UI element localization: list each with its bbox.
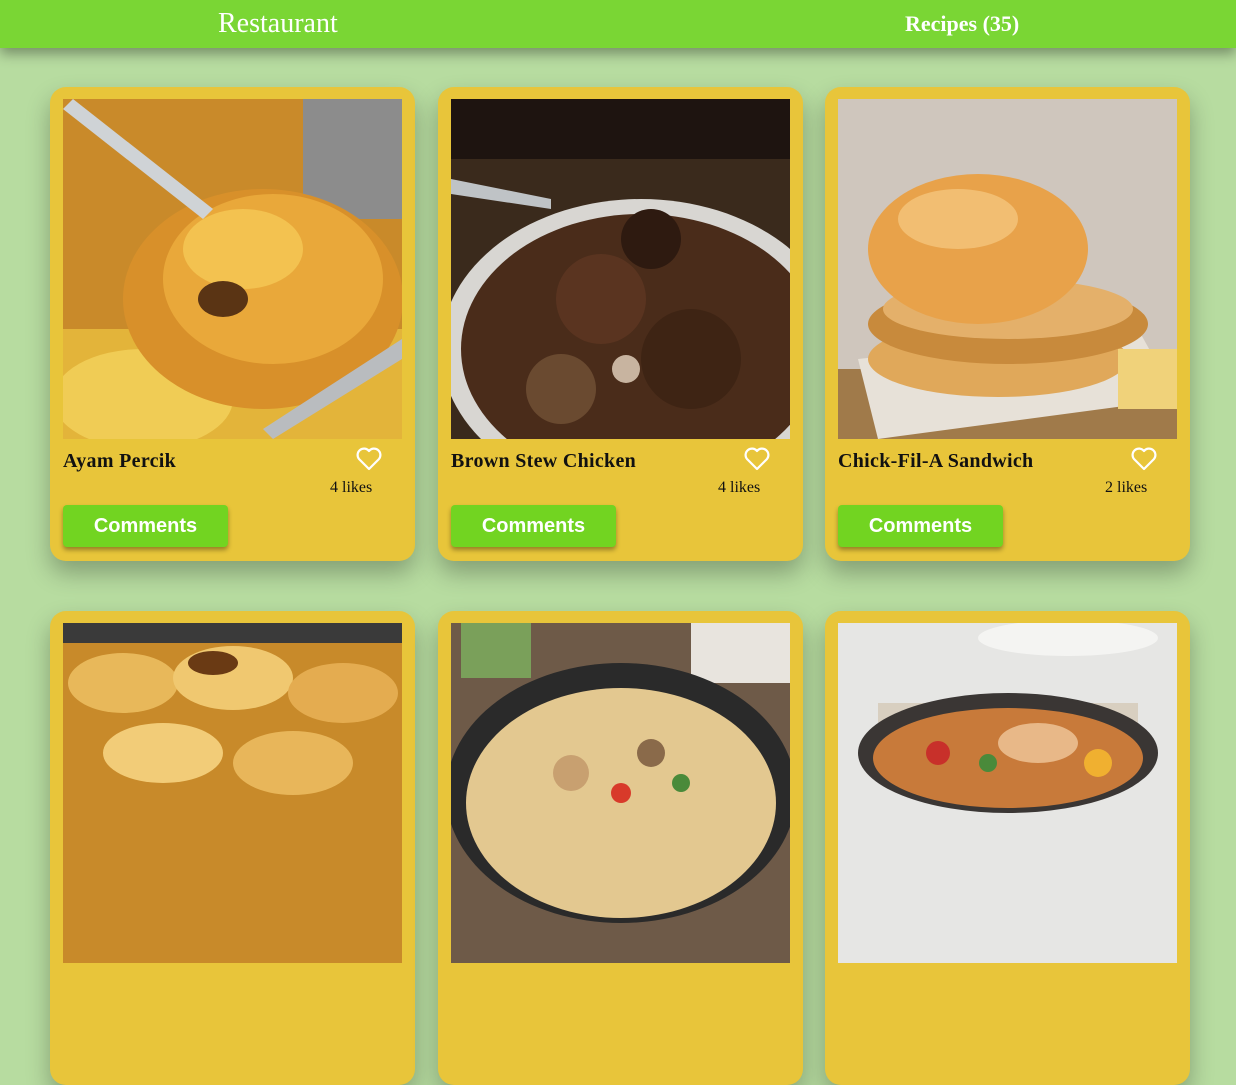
likes-count: 2 likes xyxy=(1105,479,1148,496)
likes-count: 4 likes xyxy=(718,479,761,496)
recipe-title: Ayam Percik xyxy=(63,450,177,472)
recipe-card xyxy=(50,611,415,1085)
heart-icon[interactable] xyxy=(1131,447,1157,471)
recipe-photo-grilled-chicken xyxy=(63,99,402,439)
recipe-card: Chick-Fil-A Sandwich 2 likes Comments xyxy=(825,87,1190,561)
recipe-title: Chick-Fil-A Sandwich xyxy=(838,450,1034,472)
comments-button[interactable]: Comments xyxy=(451,505,616,547)
brand-title[interactable]: Restaurant xyxy=(218,8,338,40)
recipe-photo-potato-gratin xyxy=(63,623,402,963)
top-navbar: Restaurant Recipes (35) xyxy=(0,0,1236,48)
heart-icon[interactable] xyxy=(356,447,382,471)
recipe-photo-pasta-skillet xyxy=(451,623,790,963)
recipes-nav-link[interactable]: Recipes (35) xyxy=(905,10,1019,38)
heart-icon[interactable] xyxy=(744,447,770,471)
recipe-card: Ayam Percik 4 likes Comments xyxy=(50,87,415,561)
recipe-photo-chicken-sandwich xyxy=(838,99,1177,439)
recipe-card xyxy=(438,611,803,1085)
comments-button[interactable]: Comments xyxy=(838,505,1003,547)
recipe-card xyxy=(825,611,1190,1085)
comments-button[interactable]: Comments xyxy=(63,505,228,547)
recipe-title: Brown Stew Chicken xyxy=(451,450,637,472)
recipe-card: Brown Stew Chicken 4 likes Comments xyxy=(438,87,803,561)
likes-count: 4 likes xyxy=(330,479,373,496)
recipe-photo-stew-chicken xyxy=(451,99,790,439)
recipe-photo-chicken-paella xyxy=(838,623,1177,963)
